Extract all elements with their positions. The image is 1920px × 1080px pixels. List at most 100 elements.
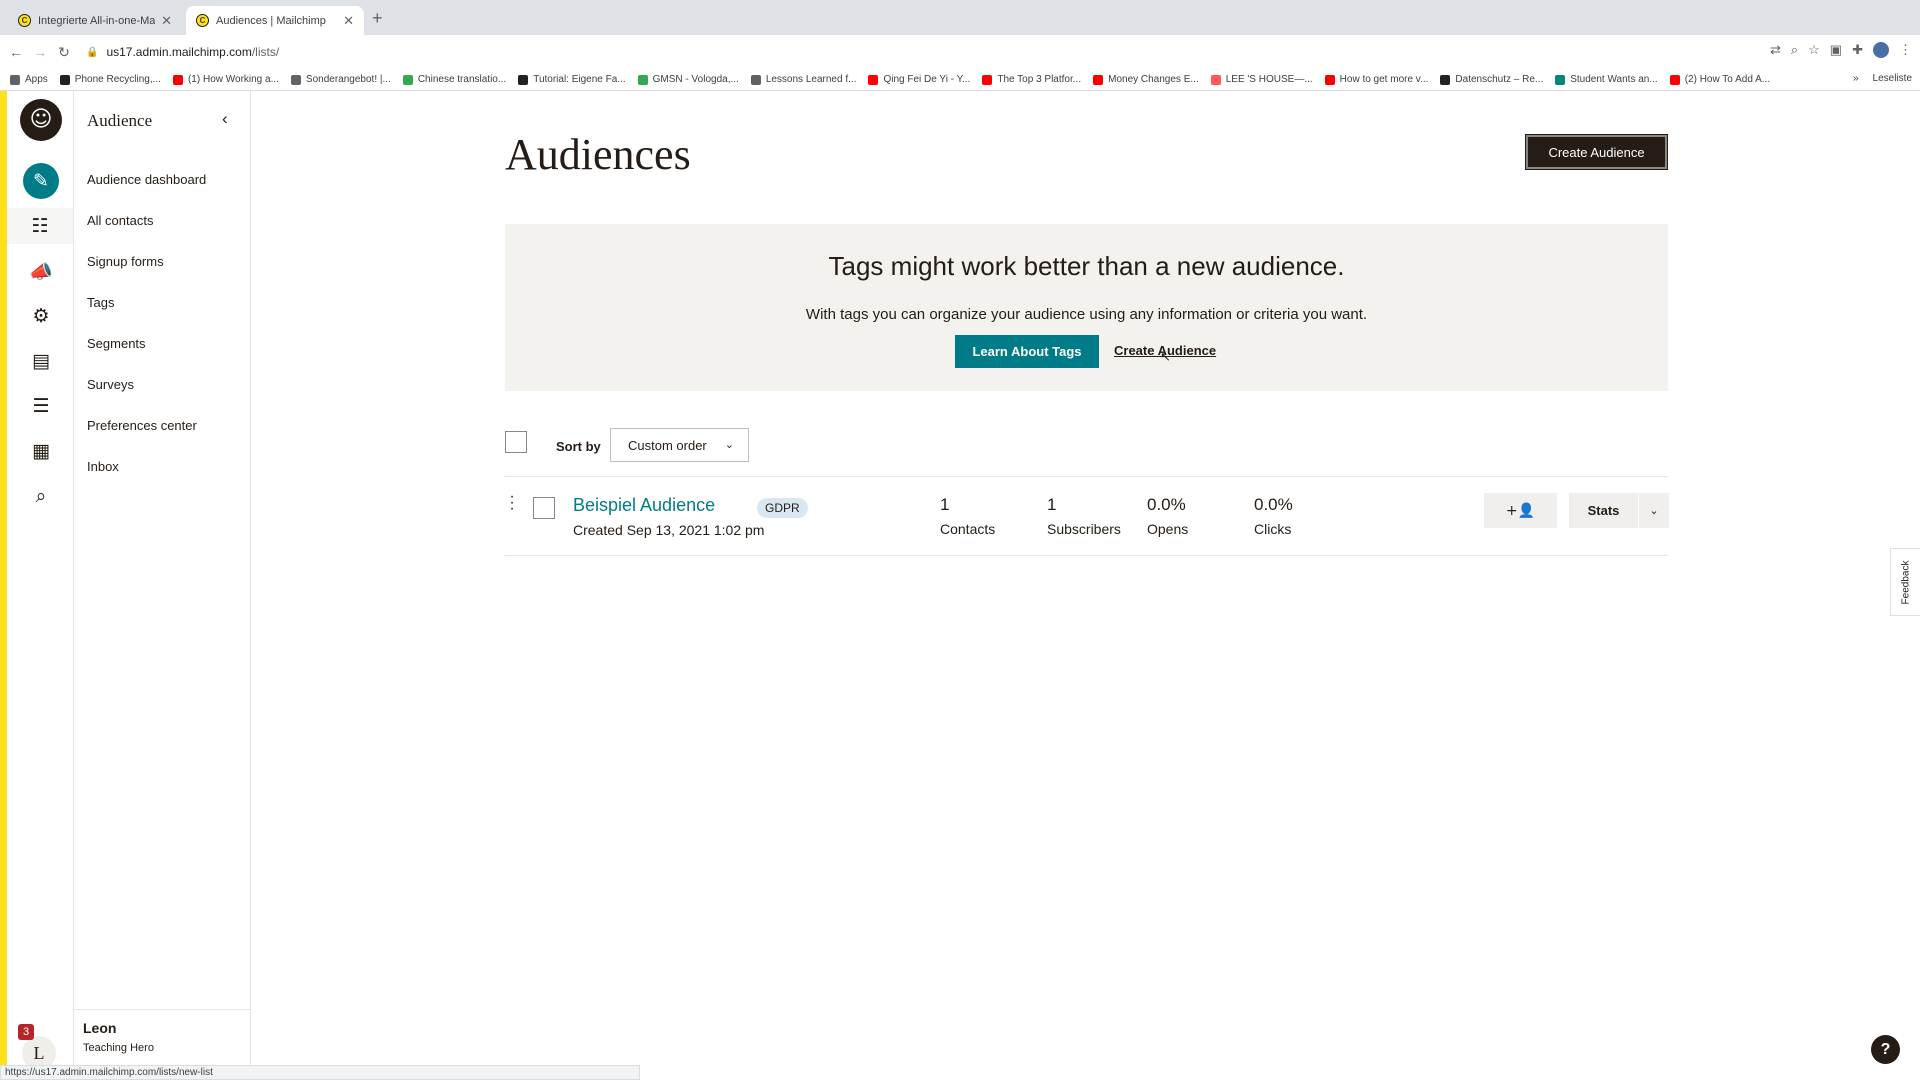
audience-name-link[interactable]: Beispiel Audience xyxy=(573,495,715,516)
bookmark-item[interactable]: Datenschutz – Re... xyxy=(1440,74,1543,85)
metric-value: 0.0% xyxy=(1254,495,1293,514)
bookmark-favicon-icon xyxy=(59,74,70,85)
sidebar-item-preferences-center[interactable]: Preferences center xyxy=(87,418,197,433)
mailchimp-favicon-icon: C xyxy=(196,14,209,27)
stats-dropdown-button[interactable]: ⌄ xyxy=(1639,493,1669,528)
bookmark-item[interactable]: LEE 'S HOUSE—... xyxy=(1210,74,1313,85)
row-checkbox[interactable] xyxy=(533,497,555,519)
sidebar-item-inbox[interactable]: Inbox xyxy=(87,459,119,474)
bookmark-label: Phone Recycling,... xyxy=(74,74,161,85)
content-studio-icon[interactable]: ☰ xyxy=(23,388,59,424)
campaigns-megaphone-icon[interactable]: 📣 xyxy=(23,253,59,289)
reload-icon[interactable]: ↻ xyxy=(52,44,76,61)
search-icon[interactable]: ⌕ xyxy=(23,478,59,514)
collapse-chevron-left-icon[interactable]: ‹ xyxy=(222,109,228,129)
youtube-icon xyxy=(982,74,993,85)
bookmark-label: Sonderangebot! |... xyxy=(305,74,391,85)
youtube-icon xyxy=(1093,74,1104,85)
bookmark-item[interactable]: Chinese translatio... xyxy=(402,74,507,85)
back-icon[interactable]: ← xyxy=(4,44,28,60)
sidebar-item-tags[interactable]: Tags xyxy=(87,295,114,310)
bookmark-label: LEE 'S HOUSE—... xyxy=(1225,74,1313,85)
bookmark-item[interactable]: How to get more v... xyxy=(1324,74,1429,85)
extension-icon[interactable]: ▣ xyxy=(1830,42,1842,58)
browser-tab-audiences[interactable]: C Audiences | Mailchimp ✕ xyxy=(186,6,364,35)
youtube-icon xyxy=(1669,74,1680,85)
bookmark-label: Apps xyxy=(25,74,48,85)
reading-list[interactable]: Leseliste xyxy=(1873,73,1912,84)
notification-badge[interactable]: 3 xyxy=(18,1024,34,1040)
add-contact-button[interactable]: +👤 xyxy=(1484,493,1557,528)
sidebar-item-surveys[interactable]: Surveys xyxy=(87,377,134,392)
main-content: Audiences Create Audience Tags might wor… xyxy=(252,91,1920,1080)
select-all-checkbox[interactable] xyxy=(505,431,527,453)
website-icon[interactable]: ▤ xyxy=(23,343,59,379)
bookmark-item[interactable]: (2) How To Add A... xyxy=(1669,74,1770,85)
bookmark-item[interactable]: Apps xyxy=(10,74,48,85)
audience-icon[interactable]: ☷ xyxy=(7,208,73,244)
bookmark-star-icon[interactable]: ☆ xyxy=(1808,42,1820,58)
metric-label: Contacts xyxy=(940,521,996,537)
sidebar-item-audience-dashboard[interactable]: Audience dashboard xyxy=(87,172,206,187)
sidebar-item-all-contacts[interactable]: All contacts xyxy=(87,213,153,228)
bookmark-label: How to get more v... xyxy=(1339,74,1429,85)
help-button[interactable]: ? xyxy=(1871,1035,1900,1064)
metric-contacts: 1 Contacts xyxy=(940,495,995,537)
stats-button[interactable]: Stats xyxy=(1569,493,1638,528)
menu-icon[interactable]: ⋮ xyxy=(1899,42,1912,58)
bookmark-item[interactable]: Phone Recycling,... xyxy=(59,74,161,85)
bookmark-item[interactable]: The Top 3 Platfor... xyxy=(982,74,1081,85)
bookmarks-bar: Apps Phone Recycling,... (1) How Working… xyxy=(0,69,1920,91)
feedback-tab[interactable]: Feedback xyxy=(1890,548,1920,616)
user-name: Leon xyxy=(83,1020,117,1036)
forward-icon[interactable]: → xyxy=(28,44,52,60)
promo-text: With tags you can organize your audience… xyxy=(805,306,1368,323)
browser-tab-marketing[interactable]: C Integrierte All-in-one-Marketin... ✕ xyxy=(8,6,182,35)
url-host: us17.admin.mailchimp.com xyxy=(106,45,252,59)
close-tab-icon[interactable]: ✕ xyxy=(161,13,172,29)
bookmark-item[interactable]: Money Changes E... xyxy=(1093,74,1199,85)
bookmark-item[interactable]: GMSN - Vologda,... xyxy=(637,74,739,85)
tab-title: Audiences | Mailchimp xyxy=(216,14,326,27)
puzzle-icon[interactable]: ✚ xyxy=(1852,42,1863,58)
bookmark-item[interactable]: (1) How Working a... xyxy=(172,74,279,85)
toolbar-actions: ⇄ ⌕ ☆ ▣ ✚ ⋮ xyxy=(1770,42,1912,58)
link-status-bar: https://us17.admin.mailchimp.com/lists/n… xyxy=(0,1065,640,1080)
chevron-double-right-icon[interactable]: » xyxy=(1853,73,1859,84)
automations-icon[interactable]: ⚙ xyxy=(23,298,59,334)
audience-created-date: Created Sep 13, 2021 1:02 pm xyxy=(573,522,765,538)
close-tab-icon[interactable]: ✕ xyxy=(343,13,354,29)
bookmark-label: Chinese translatio... xyxy=(417,74,507,85)
bookmark-item[interactable]: Lessons Learned f... xyxy=(750,74,856,85)
translate-icon[interactable]: ⇄ xyxy=(1770,42,1781,58)
account-footer[interactable]: Leon Teaching Hero xyxy=(74,1009,251,1054)
profile-avatar[interactable] xyxy=(1873,42,1889,58)
sort-selected-value: Custom order xyxy=(628,437,707,453)
bookmark-favicon-icon xyxy=(402,74,413,85)
bookmark-item[interactable]: Sonderangebot! |... xyxy=(290,74,391,85)
bookmark-label: Datenschutz – Re... xyxy=(1455,74,1544,85)
bookmark-label: Money Changes E... xyxy=(1108,74,1199,85)
metric-subscribers: 1 Subscribers xyxy=(1047,495,1121,537)
learn-about-tags-button[interactable]: Learn About Tags xyxy=(955,335,1099,368)
metric-clicks: 0.0% Clicks xyxy=(1254,495,1293,537)
integrations-grid-icon[interactable]: ▦ xyxy=(23,433,59,469)
sidebar-item-segments[interactable]: Segments xyxy=(87,336,146,351)
drag-handle-kebab-icon[interactable]: · · · xyxy=(509,489,515,517)
create-audience-button[interactable]: Create Audience xyxy=(1525,134,1668,170)
sidebar-item-signup-forms[interactable]: Signup forms xyxy=(87,254,164,269)
bookmark-item[interactable]: Student Wants an... xyxy=(1555,74,1658,85)
new-tab-icon[interactable]: + xyxy=(372,8,383,29)
bookmark-item[interactable]: Qing Fei De Yi - Y... xyxy=(868,74,970,85)
bookmark-favicon-icon xyxy=(750,74,761,85)
bookmark-item[interactable]: Tutorial: Eigene Fa... xyxy=(518,74,626,85)
mailchimp-logo-icon[interactable]: ☺ xyxy=(20,99,62,141)
create-pencil-icon[interactable]: ✎ xyxy=(23,163,59,199)
audience-sidebar: Audience ‹ Audience dashboard All contac… xyxy=(74,91,251,1080)
metric-value: 0.0% xyxy=(1147,495,1186,514)
bookmark-label: GMSN - Vologda,... xyxy=(652,74,739,85)
lock-icon: 🔒 xyxy=(86,46,99,58)
sort-dropdown[interactable]: Custom order ⌄ xyxy=(610,428,749,462)
address-bar[interactable]: 🔒 us17.admin.mailchimp.com/lists/ xyxy=(86,39,1736,65)
zoom-icon[interactable]: ⌕ xyxy=(1791,42,1798,58)
